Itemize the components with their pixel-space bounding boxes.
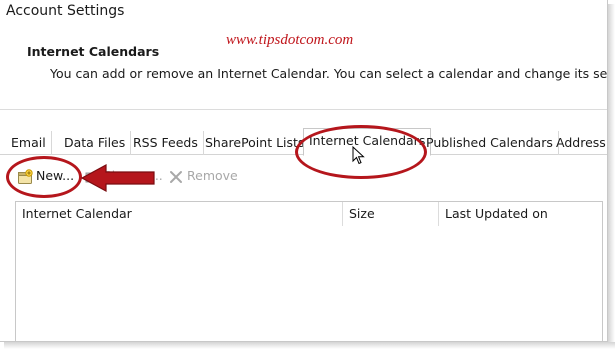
tab-sharepoint-lists[interactable]: SharePoint Lists (200, 131, 311, 155)
tab-address-books[interactable]: Address Books (551, 131, 607, 155)
drop-shadow-right (608, 4, 615, 349)
column-header-last-updated[interactable]: Last Updated on (439, 202, 604, 226)
tab-rss-feeds[interactable]: RSS Feeds (128, 131, 204, 155)
remove-button-label: Remove (187, 168, 238, 183)
mouse-pointer-icon (352, 145, 366, 166)
section-title: Internet Calendars (27, 44, 160, 59)
column-header-internet-calendar[interactable]: Internet Calendar (16, 202, 343, 226)
tab-data-files[interactable]: Data Files (59, 131, 132, 155)
tab-published-calendars[interactable]: Published Calendars (421, 131, 559, 155)
section-description: You can add or remove an Internet Calend… (50, 66, 608, 81)
calendar-list[interactable]: Internet Calendar Size Last Updated on (15, 201, 604, 341)
red-arrow-icon (80, 163, 156, 193)
watermark: www.tipsdotcom.com (226, 32, 354, 48)
tab-email[interactable]: Email (6, 131, 52, 155)
drop-shadow-bottom (4, 342, 615, 349)
remove-x-icon (168, 168, 184, 184)
window-title: Account Settings (6, 3, 125, 19)
annotation-ellipse-new (6, 156, 82, 198)
remove-button[interactable]: Remove (168, 163, 238, 189)
account-settings-dialog: Account Settings www.tipsdotcom.com Inte… (0, 0, 608, 342)
column-header-size[interactable]: Size (343, 202, 439, 226)
